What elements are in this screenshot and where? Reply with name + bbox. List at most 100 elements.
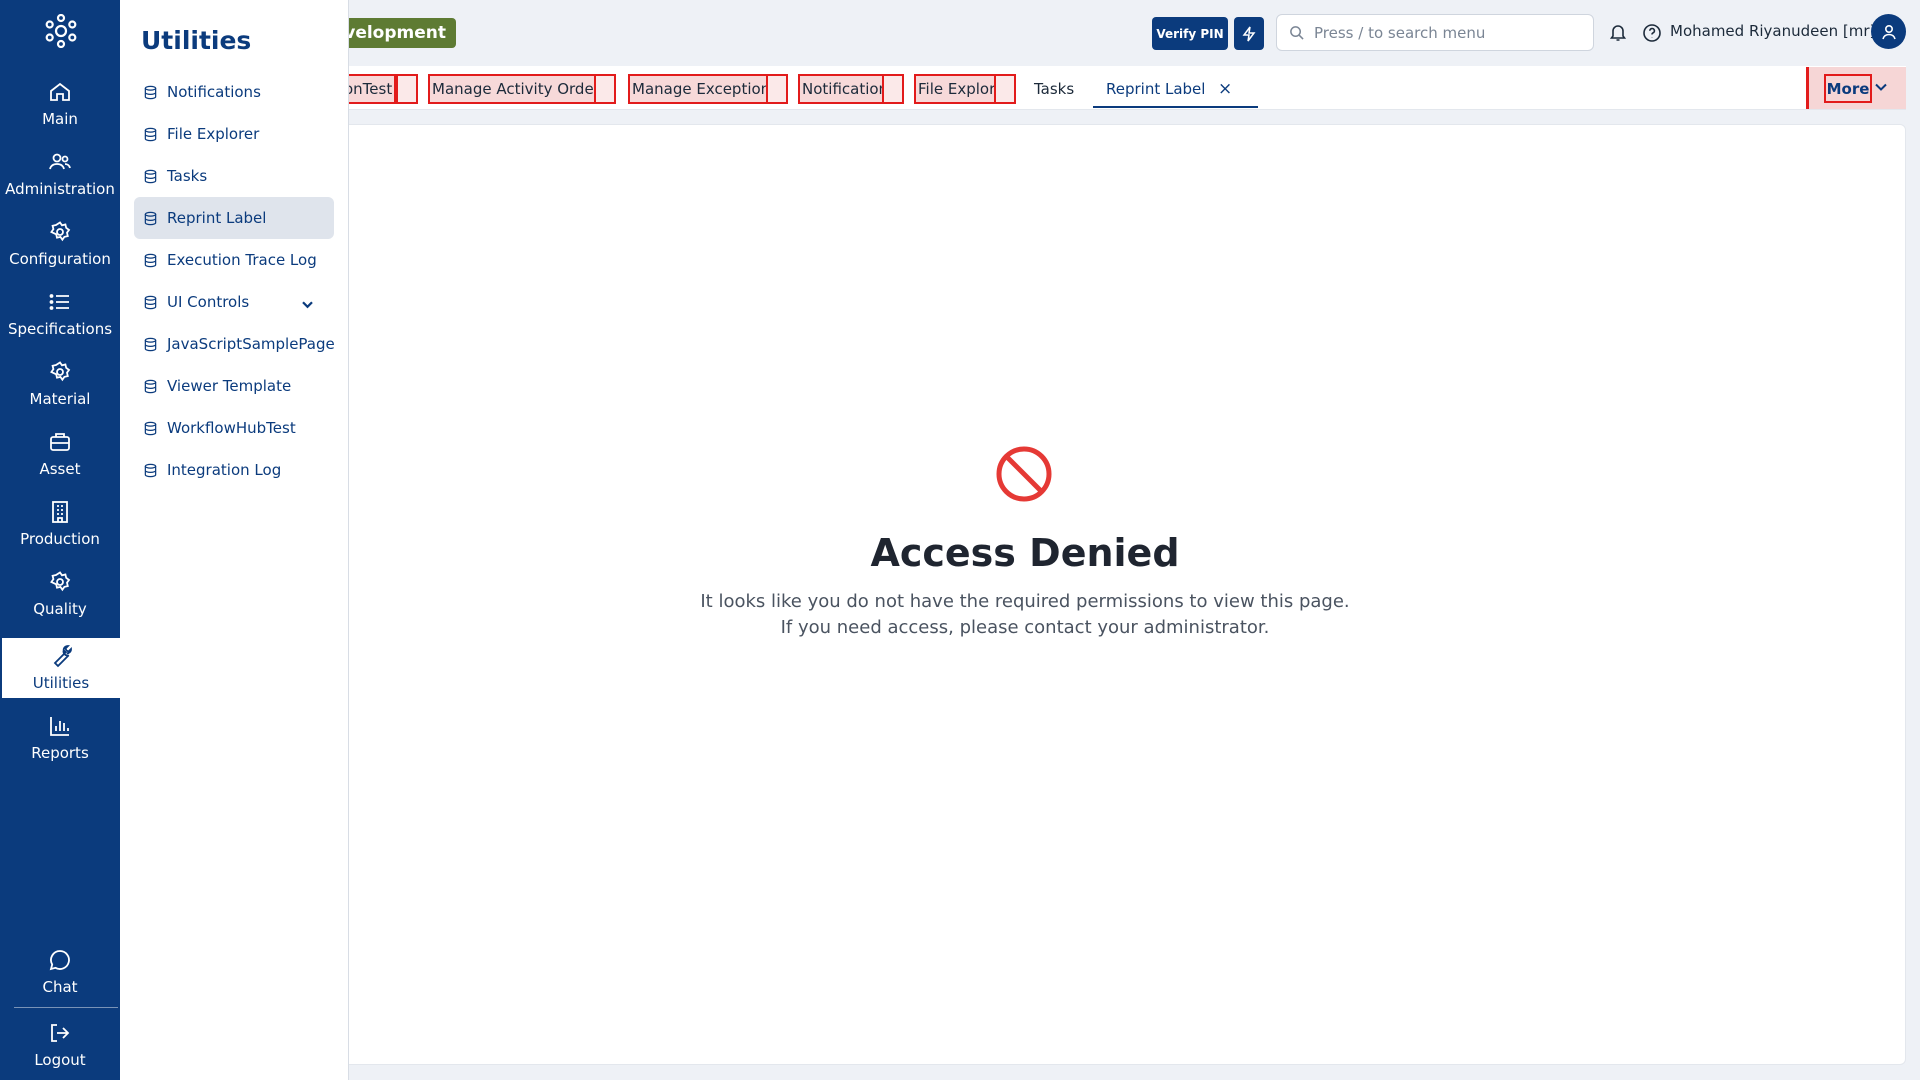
rail-item-administration[interactable]: Administration: [0, 144, 120, 204]
tab-close-notification[interactable]: [882, 74, 904, 104]
database-icon: [144, 85, 157, 99]
database-icon: [144, 337, 157, 351]
chevron-down-icon[interactable]: [1874, 80, 1888, 94]
rail-item-label: Production: [20, 530, 100, 548]
help-icon[interactable]: [1642, 23, 1662, 43]
tab-close-ontest[interactable]: [396, 74, 418, 104]
rail-item-label: Administration: [5, 180, 115, 198]
flyout-item-integration-log[interactable]: Integration Log: [134, 449, 334, 491]
access-denied-icon: [996, 446, 1052, 502]
flyout-item-javascriptsamplepage[interactable]: JavaScriptSamplePage: [134, 323, 335, 365]
gear-icon: [50, 361, 71, 382]
rail-item-label: Logout: [34, 1051, 86, 1069]
tab-close-manage-activity-orders[interactable]: [594, 74, 616, 104]
menu-search-box[interactable]: [1276, 14, 1594, 51]
rail-item-asset[interactable]: Asset: [0, 424, 120, 484]
rail-item-label: Main: [42, 110, 78, 128]
rail-item-logout[interactable]: Logout: [0, 1015, 120, 1075]
rail-item-label: Reports: [31, 744, 89, 762]
flyout-item-label: UI Controls: [167, 293, 250, 311]
user-icon: [1881, 24, 1896, 39]
flyout-item-viewer-template[interactable]: Viewer Template: [134, 365, 334, 407]
home-icon: [50, 82, 70, 101]
rail-item-label: Asset: [39, 460, 81, 478]
user-name[interactable]: Mohamed Riyanudeen [mr]: [1670, 22, 1875, 40]
logout-icon: [51, 1024, 70, 1042]
flyout-item-label: File Explorer: [167, 125, 260, 143]
flyout-item-ui-controls[interactable]: UI Controls: [134, 281, 334, 323]
rail-item-configuration[interactable]: Configuration: [0, 214, 120, 274]
utilities-flyout-menu: Utilities Notifications File Explorer Ta…: [120, 0, 349, 1080]
rail-item-label: Material: [29, 390, 91, 408]
tab-manage-activity-orders[interactable]: Manage Activity Orders: [428, 74, 612, 104]
access-denied-message-line1: It looks like you do not have the requir…: [700, 591, 1350, 612]
database-icon: [144, 421, 157, 435]
flyout-item-label: Reprint Label: [167, 209, 267, 227]
rail-item-chat[interactable]: Chat: [0, 942, 120, 1002]
flyout-item-file-explorer[interactable]: File Explorer: [134, 113, 334, 155]
briefcase-icon: [50, 433, 70, 451]
bell-icon[interactable]: [1608, 22, 1628, 42]
quick-action-button[interactable]: [1234, 17, 1264, 50]
flyout-item-label: Notifications: [167, 83, 261, 101]
wrench-icon: [53, 645, 72, 668]
rail-item-production[interactable]: Production: [0, 494, 120, 554]
main-content-panel: Access Denied It looks like you do not h…: [284, 124, 1906, 1065]
bar-chart-icon: [50, 717, 69, 736]
flyout-item-workflowhubtest[interactable]: WorkflowHubTest: [134, 407, 334, 449]
flyout-item-label: Tasks: [167, 167, 208, 185]
tab-tasks[interactable]: Tasks: [1034, 76, 1074, 102]
database-icon: [144, 211, 157, 225]
rail-item-utilities[interactable]: Utilities: [2, 638, 120, 698]
flyout-title: Utilities: [141, 26, 252, 55]
database-icon: [144, 295, 157, 309]
database-icon: [144, 379, 157, 393]
lightning-icon: [1242, 26, 1256, 41]
flyout-item-label: Viewer Template: [167, 377, 292, 395]
access-denied-message-line2: If you need access, please contact your …: [780, 617, 1270, 638]
flyout-item-label: WorkflowHubTest: [167, 419, 296, 437]
flyout-item-execution-trace-log[interactable]: Execution Trace Log: [134, 239, 334, 281]
rail-item-label: Configuration: [9, 250, 111, 268]
flyout-item-label: Execution Trace Log: [167, 251, 317, 269]
rail-item-reports[interactable]: Reports: [0, 708, 120, 768]
rail-divider: [14, 1007, 118, 1008]
rail-item-label: Chat: [42, 978, 78, 996]
main-nav-rail: Main Administration Configuration Specif…: [0, 0, 120, 1080]
tab-bar: onTest Manage Activity Orders Manage Exc…: [284, 66, 1906, 110]
tab-close-file-explorer[interactable]: [994, 74, 1016, 104]
flyout-item-label: JavaScriptSamplePage: [167, 335, 335, 353]
tab-reprint-label[interactable]: Reprint Label: [1106, 76, 1205, 102]
tab-manage-exceptions[interactable]: Manage Exceptions: [628, 74, 782, 104]
app-logo-icon[interactable]: [44, 14, 78, 48]
rail-item-quality[interactable]: Quality: [0, 564, 120, 624]
rail-item-main[interactable]: Main: [0, 74, 120, 134]
active-tab-indicator: [1093, 106, 1258, 108]
tab-ontest[interactable]: onTest: [339, 74, 397, 104]
gear-icon: [50, 221, 71, 242]
flyout-item-label: Integration Log: [167, 461, 282, 479]
avatar[interactable]: [1871, 14, 1906, 49]
more-tabs-button[interactable]: More: [1824, 74, 1872, 103]
rail-item-specifications[interactable]: Specifications: [0, 284, 120, 344]
list-icon: [49, 294, 69, 310]
database-icon: [144, 169, 157, 183]
users-icon: [49, 153, 71, 170]
verify-pin-button[interactable]: Verify PIN: [1152, 17, 1228, 50]
rail-item-label: Quality: [33, 600, 87, 618]
rail-item-label: Utilities: [32, 674, 90, 692]
flyout-item-tasks[interactable]: Tasks: [134, 155, 334, 197]
chevron-down-icon[interactable]: [300, 297, 315, 312]
building-icon: [52, 501, 68, 523]
chat-icon: [49, 950, 70, 971]
rail-item-material[interactable]: Material: [0, 354, 120, 414]
tab-notification[interactable]: Notification: [797, 74, 893, 104]
gear-icon: [50, 571, 71, 592]
flyout-item-notifications[interactable]: Notifications: [134, 71, 334, 113]
database-icon: [144, 253, 157, 267]
menu-search-input[interactable]: [1314, 23, 1574, 42]
search-icon: [1290, 26, 1304, 40]
tab-close-reprint-label[interactable]: ×: [1218, 76, 1232, 102]
tab-close-manage-exceptions[interactable]: [766, 74, 788, 104]
flyout-item-reprint-label[interactable]: Reprint Label: [134, 197, 334, 239]
